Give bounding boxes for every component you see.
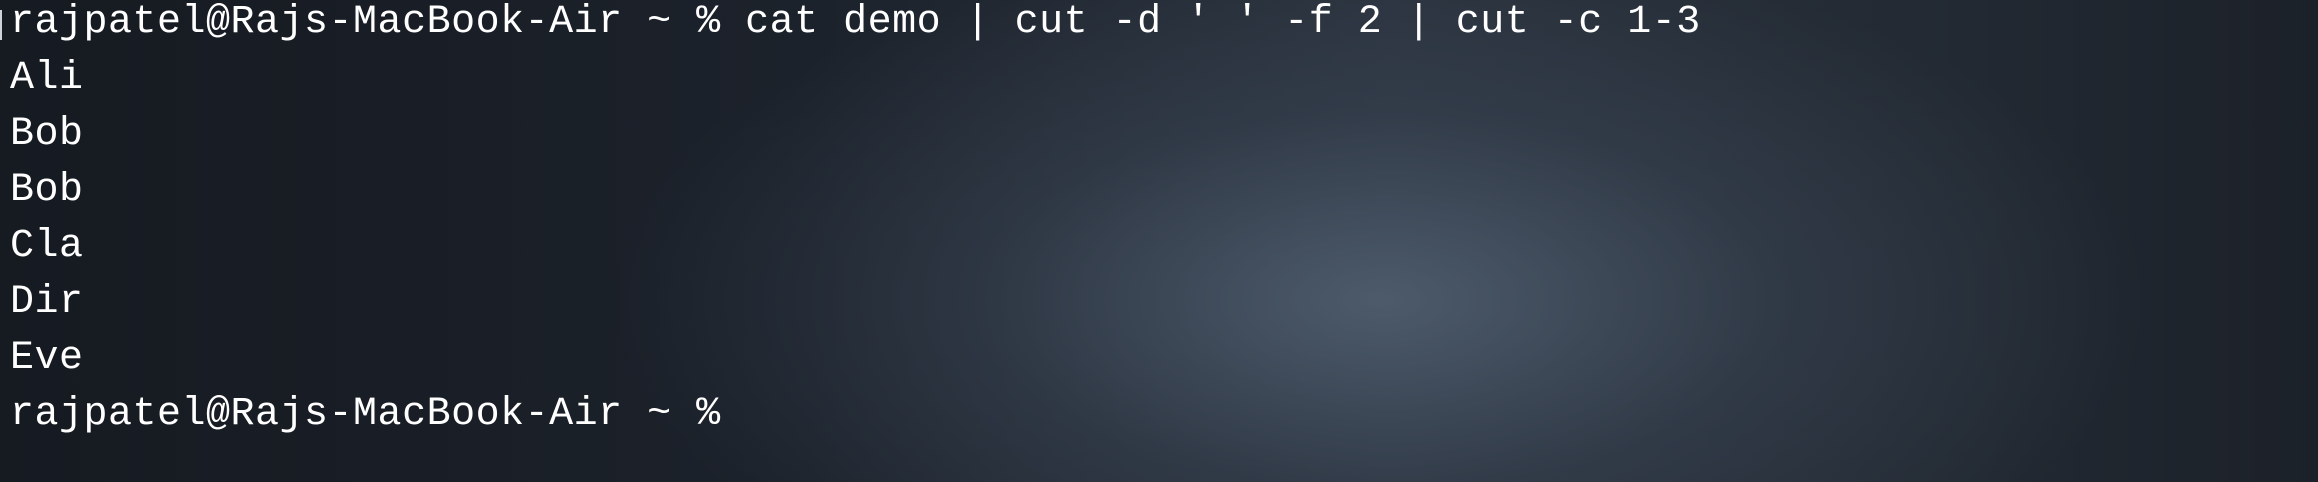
terminal-window[interactable]: rajpatel@Rajs-MacBook-Air ~ % cat demo |…: [0, 0, 2318, 482]
selection-marker: [0, 10, 2, 40]
output-line: Dir: [10, 280, 84, 325]
output-line: Bob: [10, 112, 84, 157]
output-line: Cla: [10, 224, 84, 269]
output-line: Ali: [10, 56, 84, 101]
output-line: Eve: [10, 336, 84, 381]
prompt-line[interactable]: rajpatel@Rajs-MacBook-Air ~ %: [10, 392, 1701, 448]
command-line: rajpatel@Rajs-MacBook-Air ~ % cat demo |…: [10, 0, 1701, 45]
output-line: Bob: [10, 168, 84, 213]
terminal-output[interactable]: rajpatel@Rajs-MacBook-Air ~ % cat demo |…: [10, 0, 1701, 448]
